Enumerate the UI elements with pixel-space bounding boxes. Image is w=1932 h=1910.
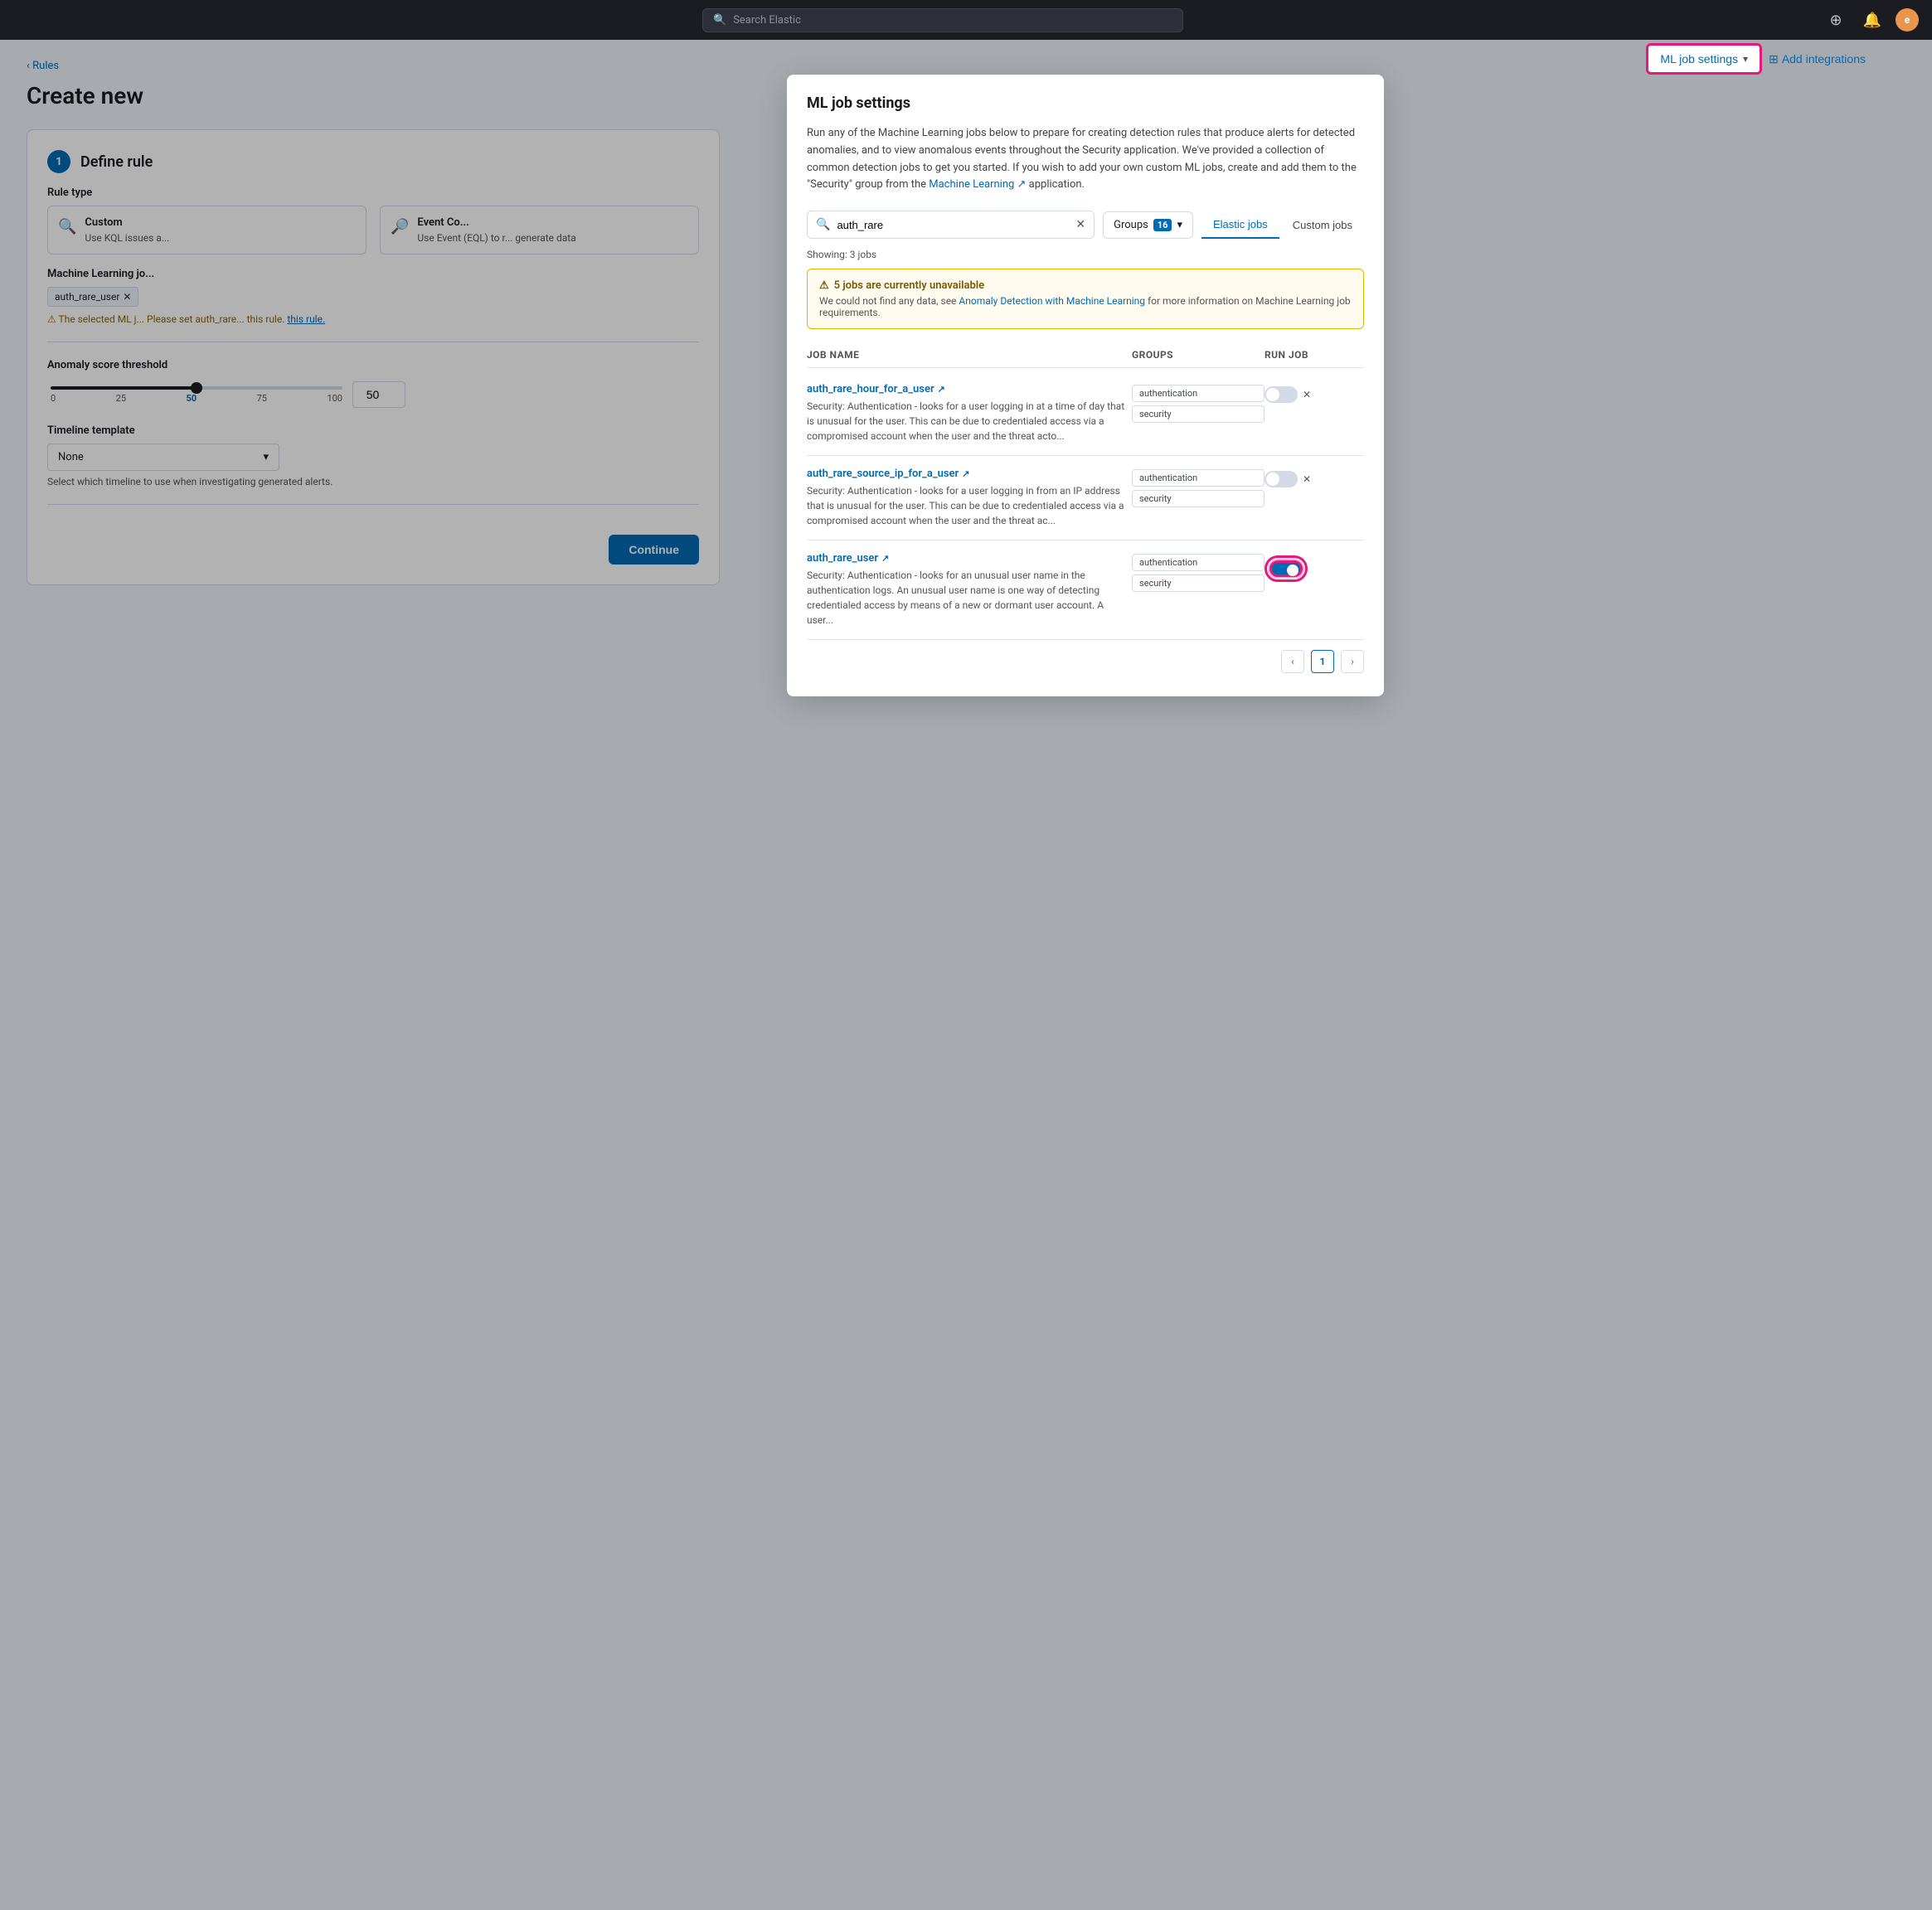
groups-count: 16 bbox=[1153, 219, 1172, 231]
clear-search-icon[interactable]: ✕ bbox=[1075, 218, 1085, 231]
ml-job-settings-modal: ML job settings Run any of the Machine L… bbox=[787, 75, 1384, 696]
machine-learning-link[interactable]: Machine Learning ↗ bbox=[929, 178, 1028, 191]
job3-toggle-wrapper bbox=[1265, 555, 1308, 582]
col-run-job: Run job bbox=[1265, 349, 1364, 361]
notifications-icon[interactable]: 🔔 bbox=[1859, 7, 1886, 33]
add-integrations-label: Add integrations bbox=[1782, 52, 1866, 65]
job1-toggle[interactable] bbox=[1265, 386, 1298, 403]
groups-label: Groups bbox=[1114, 219, 1148, 231]
ml-settings-label: ML job settings bbox=[1660, 52, 1738, 65]
search-bar[interactable]: 🔍 Search Elastic bbox=[702, 8, 1183, 32]
external-link-icon: ↗ bbox=[938, 384, 945, 395]
warning-banner-title: ⚠ 5 jobs are currently unavailable bbox=[819, 279, 1352, 292]
anomaly-detection-link[interactable]: Anomaly Detection with Machine Learning bbox=[959, 295, 1145, 307]
job3-link[interactable]: auth_rare_user ↗ bbox=[807, 552, 1132, 565]
modal-search-container: 🔍 ✕ bbox=[807, 211, 1095, 239]
nav-icons: ⊕ 🔔 e bbox=[1823, 7, 1919, 33]
pagination: ‹ 1 › bbox=[807, 640, 1364, 676]
groups-button[interactable]: Groups 16 ▾ bbox=[1103, 211, 1193, 239]
search-icon: 🔍 bbox=[713, 14, 726, 27]
search-placeholder: Search Elastic bbox=[733, 14, 801, 27]
avatar[interactable]: e bbox=[1896, 8, 1919, 32]
tag-security: security bbox=[1132, 490, 1265, 507]
jobs-table: Job name Groups Run job auth_rare_hour_f… bbox=[807, 342, 1364, 640]
prev-page-button[interactable]: ‹ bbox=[1281, 650, 1304, 673]
elastic-jobs-tab[interactable]: Elastic jobs bbox=[1201, 211, 1279, 239]
chevron-down-icon: ▾ bbox=[1743, 53, 1748, 65]
grid-icon: ⊞ bbox=[1769, 52, 1779, 66]
job2-link[interactable]: auth_rare_source_ip_for_a_user ↗ bbox=[807, 468, 1132, 480]
top-nav: 🔍 Search Elastic ⊕ 🔔 e bbox=[0, 0, 1932, 40]
custom-jobs-tab[interactable]: Custom jobs bbox=[1281, 211, 1364, 239]
tag-authentication: authentication bbox=[1132, 469, 1265, 487]
table-row: auth_rare_source_ip_for_a_user ↗ Securit… bbox=[807, 456, 1364, 541]
job2-desc: Security: Authentication - looks for a u… bbox=[807, 483, 1132, 528]
modal-title: ML job settings bbox=[807, 95, 1364, 112]
job2-tags: authentication security bbox=[1132, 468, 1265, 507]
table-row: auth_rare_user ↗ Security: Authenticatio… bbox=[807, 541, 1364, 640]
modal-search-row: 🔍 ✕ Groups 16 ▾ Elastic jobs Custom jobs bbox=[807, 211, 1364, 239]
page-1-button[interactable]: 1 bbox=[1311, 650, 1334, 673]
warning-banner-desc: We could not find any data, see Anomaly … bbox=[819, 295, 1352, 318]
job3-tags: authentication security bbox=[1132, 552, 1265, 592]
job3-toggle[interactable] bbox=[1269, 560, 1303, 577]
job1-run: ✕ bbox=[1265, 383, 1364, 403]
job3-desc: Security: Authentication - looks for an … bbox=[807, 568, 1132, 628]
job1-desc: Security: Authentication - looks for a u… bbox=[807, 399, 1132, 444]
tag-authentication: authentication bbox=[1132, 385, 1265, 402]
help-icon[interactable]: ⊕ bbox=[1823, 7, 1849, 33]
tag-authentication: authentication bbox=[1132, 554, 1265, 571]
warning-triangle-icon: ⚠ bbox=[819, 279, 829, 292]
warning-banner: ⚠ 5 jobs are currently unavailable We co… bbox=[807, 269, 1364, 329]
ml-job-settings-button[interactable]: ML job settings ▾ bbox=[1646, 43, 1762, 75]
job2-toggle[interactable] bbox=[1265, 471, 1298, 487]
external-link-icon: ↗ bbox=[962, 468, 969, 479]
job1-remove-icon[interactable]: ✕ bbox=[1303, 389, 1311, 400]
jobs-search-input[interactable] bbox=[837, 219, 1069, 231]
job2-info: auth_rare_source_ip_for_a_user ↗ Securit… bbox=[807, 468, 1132, 528]
chevron-down-icon: ▾ bbox=[1177, 219, 1182, 231]
job1-tags: authentication security bbox=[1132, 383, 1265, 423]
job2-remove-icon[interactable]: ✕ bbox=[1303, 473, 1311, 485]
next-page-button[interactable]: › bbox=[1341, 650, 1364, 673]
col-groups: Groups bbox=[1132, 349, 1265, 361]
add-integrations-button[interactable]: ⊞ Add integrations bbox=[1769, 52, 1866, 66]
tab-buttons: Elastic jobs Custom jobs bbox=[1201, 211, 1364, 239]
ml-btn-container: ML job settings ▾ ⊞ Add integrations bbox=[1646, 43, 1866, 75]
job3-run bbox=[1265, 552, 1364, 582]
table-row: auth_rare_hour_for_a_user ↗ Security: Au… bbox=[807, 371, 1364, 456]
modal-description: Run any of the Machine Learning jobs bel… bbox=[807, 125, 1364, 194]
tag-security: security bbox=[1132, 574, 1265, 592]
job1-link[interactable]: auth_rare_hour_for_a_user ↗ bbox=[807, 383, 1132, 395]
tag-security: security bbox=[1132, 405, 1265, 423]
external-link-icon: ↗ bbox=[881, 553, 889, 564]
job1-info: auth_rare_hour_for_a_user ↗ Security: Au… bbox=[807, 383, 1132, 444]
col-job-name: Job name bbox=[807, 349, 1132, 361]
job3-info: auth_rare_user ↗ Security: Authenticatio… bbox=[807, 552, 1132, 628]
search-icon: 🔍 bbox=[816, 218, 830, 231]
jobs-table-header: Job name Groups Run job bbox=[807, 342, 1364, 368]
job2-run: ✕ bbox=[1265, 468, 1364, 487]
showing-text: Showing: 3 jobs bbox=[807, 249, 1364, 260]
